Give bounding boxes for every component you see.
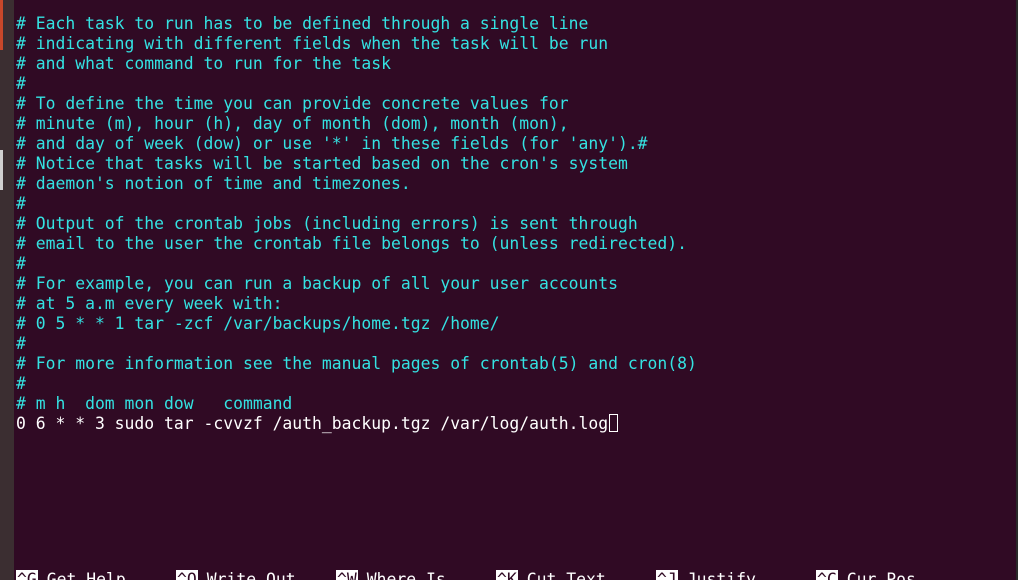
comment-line: # For more information see the manual pa… xyxy=(16,354,697,373)
shortcut-label: Where Is xyxy=(366,570,446,580)
shortcut-cur-pos[interactable]: ^C Cur Pos xyxy=(816,570,976,580)
comment-line: # and day of week (dow) or use '*' in th… xyxy=(16,134,648,153)
shortcut-write-out[interactable]: ^O Write Out xyxy=(176,570,336,580)
shortcut-key: ^G xyxy=(16,570,38,580)
shortcut-label: Cut Text xyxy=(526,570,606,580)
shortcut-key: ^C xyxy=(816,570,838,580)
comment-line: # Each task to run has to be defined thr… xyxy=(16,14,589,33)
comment-line: # at 5 a.m every week with: xyxy=(16,294,283,313)
shortcut-label: Cur Pos xyxy=(846,570,916,580)
comment-line: # For example, you can run a backup of a… xyxy=(16,274,618,293)
comment-line: # Output of the crontab jobs (including … xyxy=(16,214,638,233)
launcher-indicator xyxy=(0,0,3,50)
shortcut-cut-text[interactable]: ^K Cut Text xyxy=(496,570,656,580)
shortcut-key: ^W xyxy=(336,570,358,580)
shortcut-key: ^O xyxy=(176,570,198,580)
comment-line: # xyxy=(16,334,26,353)
editor-text-area[interactable]: # Each task to run has to be defined thr… xyxy=(16,14,1016,434)
text-cursor xyxy=(609,414,619,432)
shortcut-label: Write Out xyxy=(206,570,296,580)
comment-line: # To define the time you can provide con… xyxy=(16,94,569,113)
comment-line: # 0 5 * * 1 tar -zcf /var/backups/home.t… xyxy=(16,314,500,333)
shortcut-where-is[interactable]: ^W Where Is xyxy=(336,570,496,580)
shortcut-label: Justify xyxy=(686,570,756,580)
shortcut-get-help[interactable]: ^G Get Help xyxy=(16,570,176,580)
shortcut-justify[interactable]: ^J Justify xyxy=(656,570,816,580)
comment-line: # Notice that tasks will be started base… xyxy=(16,154,628,173)
comment-line: # m h dom mon dow command xyxy=(16,394,293,413)
comment-line: # daemon's notion of time and timezones. xyxy=(16,174,411,193)
shortcut-bar: ^G Get Help ^O Write Out ^W Where Is ^K … xyxy=(16,570,1016,580)
comment-line: # xyxy=(16,194,26,213)
launcher-indicator xyxy=(0,150,3,190)
comment-line: # indicating with different fields when … xyxy=(16,34,609,53)
comment-line: # xyxy=(16,374,26,393)
comment-line: # and what command to run for the task xyxy=(16,54,391,73)
cron-entry-text[interactable]: 0 6 * * 3 sudo tar -cvvzf /auth_backup.t… xyxy=(16,414,608,433)
comment-line: # email to the user the crontab file bel… xyxy=(16,234,688,253)
launcher-edge xyxy=(0,0,14,580)
comment-line: # xyxy=(16,254,26,273)
shortcut-key: ^J xyxy=(656,570,678,580)
comment-line: # minute (m), hour (h), day of month (do… xyxy=(16,114,569,133)
shortcut-key: ^K xyxy=(496,570,518,580)
shortcut-label: Get Help xyxy=(46,570,126,580)
comment-line: # xyxy=(16,74,26,93)
cron-entry-line[interactable]: 0 6 * * 3 sudo tar -cvvzf /auth_backup.t… xyxy=(16,414,1016,434)
